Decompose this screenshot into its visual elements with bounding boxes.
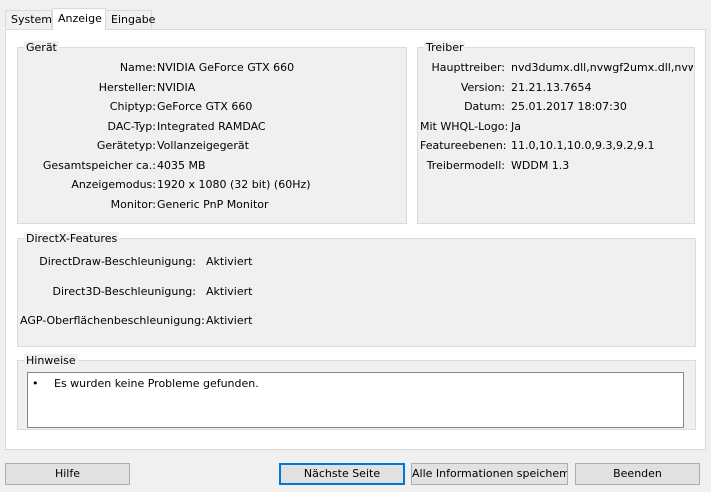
value-version: 21.21.13.7654 <box>511 81 592 94</box>
value-featureebenen: 11.0,10.1,10.0,9.3,9.2,9.1 <box>511 139 655 152</box>
label-datum: Datum: <box>464 100 505 113</box>
value-anzeigemodus: 1920 x 1080 (32 bit) (60Hz) <box>157 178 311 191</box>
exit-button[interactable]: Beenden <box>575 463 700 485</box>
tab-anzeige[interactable]: Anzeige <box>52 8 106 30</box>
label-name: Name: <box>119 61 156 74</box>
label-geraetetyp: Gerätetyp: <box>96 139 156 152</box>
value-treibermodell: WDDM 1.3 <box>511 159 570 172</box>
geraet-group: Gerät Name: NVIDIA GeForce GTX 660 Herst… <box>17 41 407 224</box>
label-anzeigemodus: Anzeigemodus: <box>71 178 156 191</box>
label-chiptyp: Chiptyp: <box>109 100 156 113</box>
hint-text: Es wurden keine Probleme gefunden. <box>54 377 259 390</box>
value-chiptyp: GeForce GTX 660 <box>157 100 253 113</box>
label-whql-logo: Mit WHQL-Logo: <box>420 120 509 133</box>
treiber-group: Treiber Haupttreiber: nvd3dumx.dll,nvwgf… <box>417 41 695 224</box>
value-name: NVIDIA GeForce GTX 660 <box>157 61 295 74</box>
value-directdraw: Aktiviert <box>206 255 253 268</box>
next-page-button[interactable]: Nächste Seite <box>279 463 405 485</box>
list-item: • Es wurden keine Probleme gefunden. <box>32 377 259 390</box>
value-hersteller: NVIDIA <box>157 81 196 94</box>
help-button[interactable]: Hilfe <box>5 463 130 485</box>
directx-features-group: DirectX-Features DirectDraw-Beschleunigu… <box>17 232 696 347</box>
group-title-directx: DirectX-Features <box>24 232 120 245</box>
value-gesamtspeicher: 4035 MB <box>157 159 206 172</box>
tab-label: Anzeige <box>58 12 102 25</box>
tab-label: System <box>11 13 53 26</box>
value-agp: Aktiviert <box>206 314 253 327</box>
group-title-hinweise: Hinweise <box>24 354 78 367</box>
value-dac-typ: Integrated RAMDAC <box>157 120 266 133</box>
value-whql-logo: Ja <box>511 120 521 133</box>
group-title-geraet: Gerät <box>24 41 59 54</box>
tab-label: Eingabe <box>111 13 156 26</box>
save-all-info-button[interactable]: Alle Informationen speichem... <box>411 463 568 485</box>
label-dac-typ: DAC-Typ: <box>107 120 156 133</box>
value-geraetetyp: Vollanzeigegerät <box>157 139 249 152</box>
bullet-icon: • <box>32 377 39 390</box>
label-gesamtspeicher: Gesamtspeicher ca.: <box>42 159 156 172</box>
label-featureebenen: Featureebenen: <box>420 139 507 152</box>
label-hersteller: Hersteller: <box>98 81 156 94</box>
label-directdraw: DirectDraw-Beschleunigung: <box>39 255 196 268</box>
group-title-treiber: Treiber <box>424 41 466 54</box>
value-monitor: Generic PnP Monitor <box>157 198 269 211</box>
hinweise-textbox[interactable]: • Es wurden keine Probleme gefunden. <box>27 372 684 428</box>
label-version: Version: <box>460 81 505 94</box>
label-agp: AGP-Oberflächenbeschleunigung: <box>20 314 205 327</box>
label-treibermodell: Treibermodell: <box>426 159 505 172</box>
tab-system[interactable]: System <box>5 10 52 28</box>
hinweise-group: Hinweise • Es wurden keine Probleme gefun… <box>17 354 696 430</box>
value-direct3d: Aktiviert <box>206 285 253 298</box>
tab-panel-anzeige: Gerät Name: NVIDIA GeForce GTX 660 Herst… <box>5 29 706 450</box>
label-monitor: Monitor: <box>110 198 156 211</box>
value-haupttreiber: nvd3dumx.dll,nvwgf2umx.dll,nvwgf2 <box>511 61 693 74</box>
label-direct3d: Direct3D-Beschleunigung: <box>52 285 196 298</box>
tab-eingabe[interactable]: Eingabe <box>105 10 156 28</box>
label-haupttreiber: Haupttreiber: <box>431 61 505 74</box>
value-datum: 25.01.2017 18:07:30 <box>511 100 627 113</box>
